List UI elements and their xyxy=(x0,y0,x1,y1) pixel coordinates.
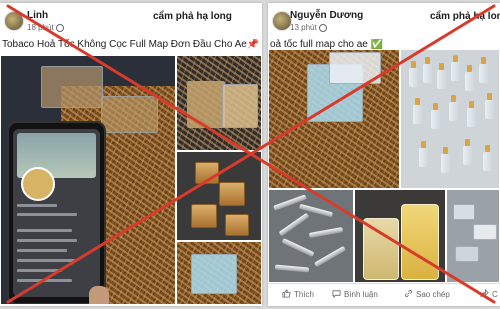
like-button[interactable]: Thích xyxy=(282,289,314,299)
left-thumb-photo-2[interactable] xyxy=(176,151,262,241)
phone-screen-avatar xyxy=(21,167,55,201)
metal-tube-image xyxy=(278,212,310,237)
left-post-time-text: 18 phút xyxy=(27,23,54,32)
right-post-time-text: 13 phút xyxy=(290,23,317,32)
tobacco-bag-image xyxy=(187,81,225,128)
bottle-image xyxy=(423,57,432,83)
right-post-card: Nguyễn Dương 13 phút cẩm phả hạ long oả … xyxy=(268,3,500,306)
left-thumb-photo-1[interactable] xyxy=(176,55,262,151)
phone-screen-image xyxy=(13,129,100,297)
phone-screen-line xyxy=(17,239,77,242)
phone-screen-line xyxy=(17,279,72,282)
link-icon xyxy=(405,290,412,297)
comment-icon xyxy=(332,290,341,299)
bottle-image xyxy=(467,101,476,127)
tobacco-bag-image xyxy=(41,66,103,108)
globe-icon xyxy=(55,23,64,32)
phone-screen-line xyxy=(17,269,62,272)
share-label: C xyxy=(492,290,498,299)
phone-screen-line xyxy=(17,213,77,216)
left-post-card: Linh 18 phút cẩm phả hạ long Tobaco Hoả … xyxy=(0,3,262,306)
share-icon xyxy=(480,288,489,298)
plastic-bag-image xyxy=(191,254,237,294)
comment-label: Bình luận xyxy=(344,290,378,299)
bottle-image xyxy=(479,57,488,83)
metal-clip-image xyxy=(453,204,475,220)
left-post-time[interactable]: 18 phút xyxy=(27,23,64,32)
like-label: Thích xyxy=(294,290,315,299)
bottle-image xyxy=(449,95,458,121)
globe-icon xyxy=(318,23,327,32)
metal-tube-image xyxy=(281,238,315,257)
right-author-avatar[interactable] xyxy=(272,11,292,31)
bottle-image xyxy=(431,103,440,129)
right-pipes-photo[interactable] xyxy=(268,189,354,283)
phone-image xyxy=(7,121,106,304)
right-main-photo[interactable] xyxy=(268,49,400,189)
right-clips-photo[interactable] xyxy=(446,189,500,283)
hand-image xyxy=(89,286,109,304)
bottle-image xyxy=(451,55,460,81)
bottle-image xyxy=(465,65,474,91)
phone-screen-line xyxy=(17,204,57,207)
phone-screen-line xyxy=(17,259,75,262)
right-jars-photo[interactable] xyxy=(354,189,446,283)
phone-screen-line xyxy=(17,249,67,252)
left-thumb-photo-3[interactable] xyxy=(176,241,262,305)
left-group-name[interactable]: cẩm phả hạ long xyxy=(153,11,232,22)
bottle-image xyxy=(409,61,418,87)
bottle-image xyxy=(419,141,428,167)
tobacco-bag-image xyxy=(222,84,258,128)
bottle-image xyxy=(483,145,492,171)
liquid-jar-image xyxy=(401,204,439,280)
bottle-image xyxy=(463,139,472,165)
share-button[interactable]: C xyxy=(480,288,498,299)
left-author-name[interactable]: Linh xyxy=(27,10,48,21)
left-post-caption: Tobaco Hoả Tốc Không Cọc Full Map Đơn Đầ… xyxy=(2,39,260,50)
pouch-image xyxy=(191,204,217,228)
phone-screen-line xyxy=(17,229,72,232)
post-actions-bar: Thích Bình luận Sao chép C xyxy=(268,283,500,306)
comment-button[interactable]: Bình luận xyxy=(332,289,378,299)
bottle-image xyxy=(437,63,446,89)
plastic-bag-image xyxy=(329,52,381,84)
left-main-photo[interactable] xyxy=(0,55,176,305)
liquid-jar-image xyxy=(363,218,399,280)
left-author-avatar[interactable] xyxy=(4,11,24,31)
metal-tube-image xyxy=(308,227,344,238)
bottle-image xyxy=(441,147,450,173)
copy-label: Sao chép xyxy=(416,290,450,299)
pouch-image xyxy=(225,214,249,236)
bottle-image xyxy=(485,93,494,119)
copy-button[interactable]: Sao chép xyxy=(404,289,450,299)
thumbs-up-icon xyxy=(282,289,291,298)
right-post-time[interactable]: 13 phút xyxy=(290,23,327,32)
metal-clip-image xyxy=(455,246,479,262)
tobacco-bag-image xyxy=(101,96,158,133)
bottle-image xyxy=(413,98,422,124)
metal-clip-image xyxy=(473,224,497,240)
right-author-name[interactable]: Nguyễn Dương xyxy=(290,10,363,21)
pouch-image xyxy=(195,162,219,184)
right-group-name[interactable]: cẩm phả hạ long xyxy=(430,11,500,22)
right-bottles-photo[interactable] xyxy=(400,49,500,189)
metal-tube-image xyxy=(274,264,310,273)
metal-tube-image xyxy=(314,245,346,268)
pouch-image xyxy=(219,182,245,206)
